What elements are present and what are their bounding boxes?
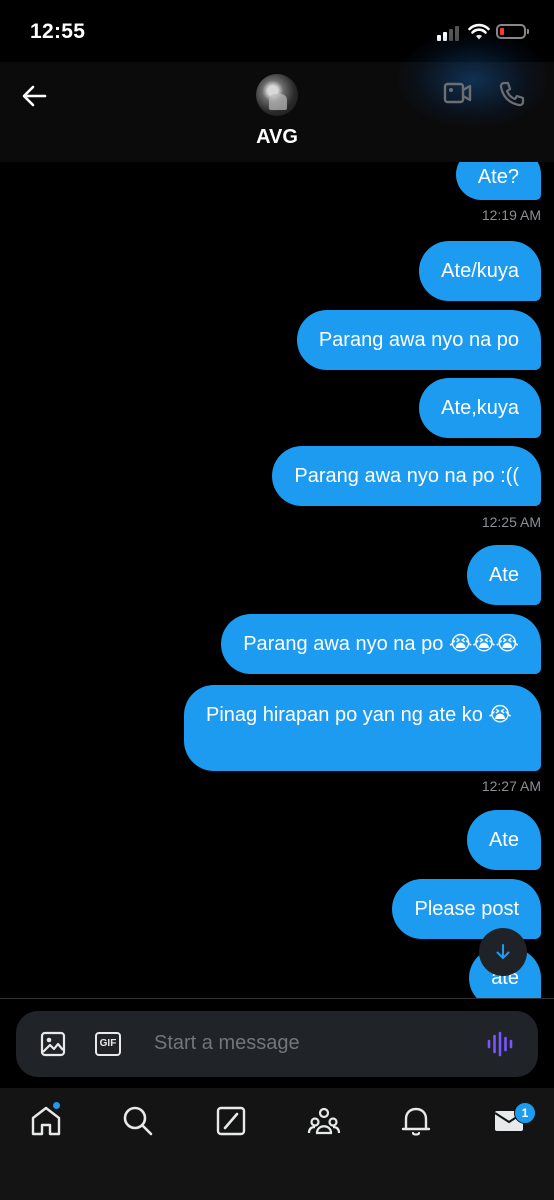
voice-icon[interactable] — [486, 1030, 514, 1058]
grok-icon[interactable] — [214, 1104, 248, 1138]
message-bubble[interactable]: Parang awa nyo na po :(( — [272, 446, 541, 506]
contact-name[interactable]: AVG — [0, 126, 554, 149]
back-arrow-icon[interactable] — [20, 82, 48, 110]
conversation-header: AVG — [0, 32, 554, 162]
notifications-icon[interactable] — [399, 1104, 433, 1138]
scroll-down-icon — [496, 944, 510, 959]
gif-icon[interactable]: GIF — [95, 1032, 121, 1056]
message-bubble[interactable]: Parang awa nyo na po 😭😭😭 — [221, 614, 541, 674]
message-bubble[interactable]: Ate — [466, 545, 541, 605]
message-bubble[interactable]: Ate — [466, 810, 541, 870]
message-bubble[interactable]: Pinag hirapan po yan ng ate ko 😭 — [184, 685, 541, 771]
communities-icon[interactable] — [307, 1104, 341, 1138]
message-bubble[interactable]: Ate,kuya — [419, 378, 541, 438]
message-bubble[interactable]: Ate? — [455, 162, 541, 200]
image-icon[interactable] — [40, 1031, 66, 1057]
message-bubble[interactable]: Please post — [392, 879, 541, 939]
message-composer[interactable]: GIF Start a message — [16, 1011, 538, 1077]
message-bubble[interactable]: Parang awa nyo na po — [296, 310, 541, 370]
search-icon[interactable] — [121, 1104, 155, 1138]
messages-badge: 1 — [514, 1102, 536, 1124]
message-timestamp: 12:19 AM — [481, 207, 541, 223]
message-timestamp: 12:27 AM — [481, 778, 541, 794]
message-list[interactable]: Ate? 12:19 AM Ate/kuya Parang awa nyo na… — [0, 162, 554, 998]
avatar[interactable] — [256, 74, 298, 116]
message-timestamp: 12:25 AM — [481, 514, 541, 530]
home-icon[interactable] — [29, 1104, 63, 1138]
home-notification-dot — [53, 1102, 60, 1109]
composer-bar: GIF Start a message — [0, 998, 554, 1089]
status-time: 12:55 — [30, 20, 86, 43]
bottom-navigation: 1 — [0, 1088, 554, 1200]
gif-label: GIF — [99, 1038, 117, 1049]
scroll-to-bottom-button[interactable] — [479, 928, 527, 976]
message-bubble[interactable]: Ate/kuya — [419, 241, 541, 301]
video-call-icon[interactable] — [443, 80, 473, 106]
phone-call-icon[interactable] — [498, 80, 526, 108]
message-input[interactable]: Start a message — [154, 1032, 300, 1055]
